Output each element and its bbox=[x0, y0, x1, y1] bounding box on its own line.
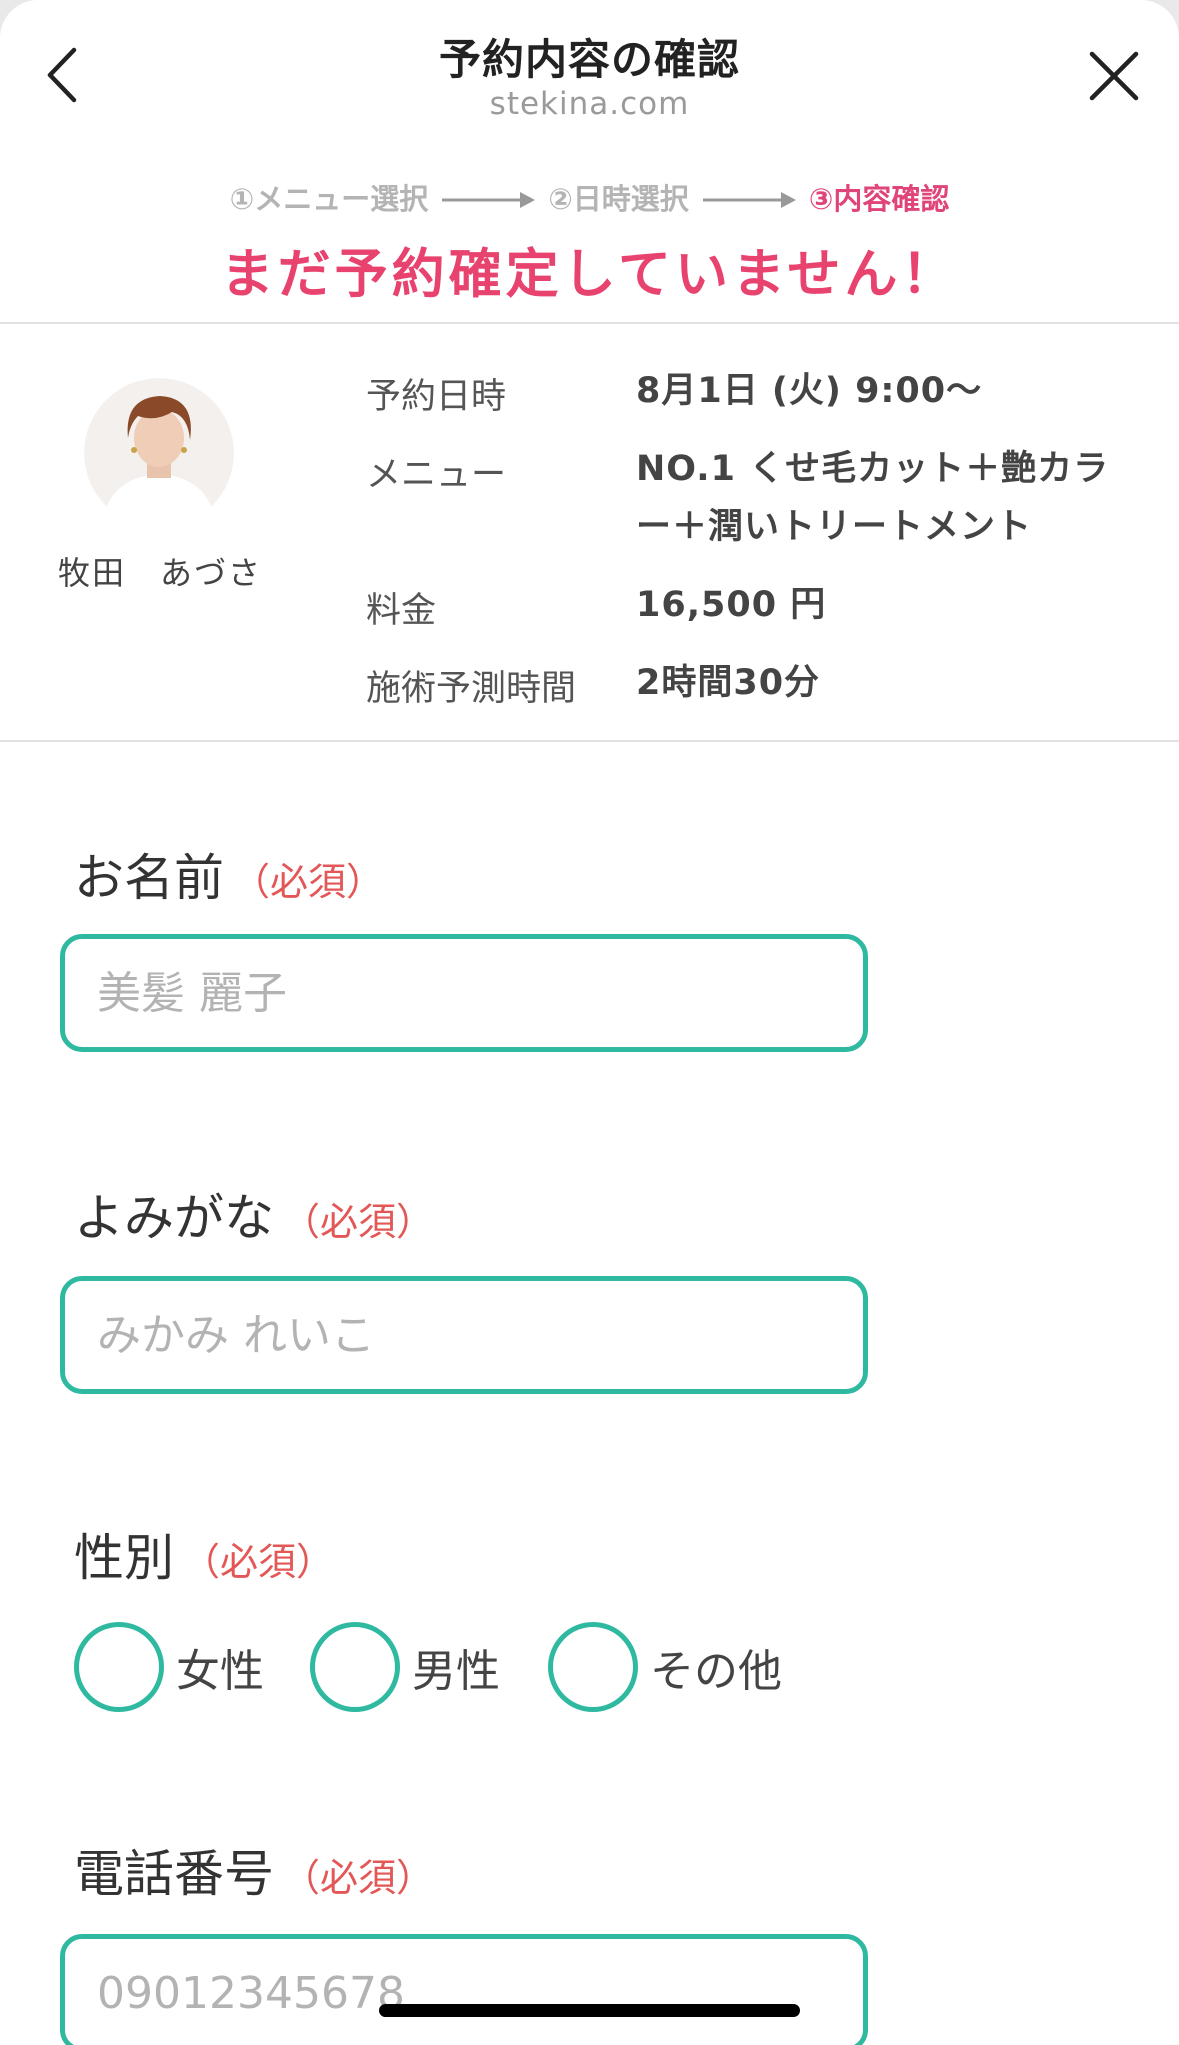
step-confirm: ③内容確認 bbox=[808, 182, 950, 216]
step-arrow-icon bbox=[440, 185, 536, 209]
radio-circle-icon[interactable] bbox=[310, 1622, 400, 1712]
radio-circle-icon[interactable] bbox=[74, 1622, 164, 1712]
name-label: お名前 （必須） bbox=[74, 838, 384, 910]
menu-label: メニュー bbox=[366, 455, 507, 495]
booking-confirmation-sheet: 予約内容の確認 stekina.com ①メニュー選択 ②日時選択 ③内容確認 … bbox=[0, 0, 1179, 2045]
site-domain: stekina.com bbox=[489, 86, 690, 122]
radio-circle-icon[interactable] bbox=[548, 1622, 638, 1712]
price-value: 16,500 円 bbox=[636, 585, 827, 625]
duration-value: 2時間30分 bbox=[636, 663, 821, 703]
kana-input[interactable] bbox=[60, 1276, 868, 1394]
gender-label: 性別 （必須） bbox=[74, 1518, 334, 1590]
page-title: 予約内容の確認 bbox=[438, 35, 740, 84]
phone-label-text: 電話番号 bbox=[74, 1845, 274, 1903]
name-input[interactable] bbox=[60, 934, 868, 1052]
step-menu: ①メニュー選択 bbox=[229, 182, 429, 216]
phone-input[interactable] bbox=[60, 1934, 868, 2045]
step-arrow-icon bbox=[701, 185, 797, 209]
datetime-value: 8月1日 (火) 9:00〜 bbox=[636, 371, 983, 411]
gender-option-other[interactable]: その他 bbox=[548, 1622, 782, 1712]
divider bbox=[0, 740, 1179, 742]
staff-name: 牧田 あづさ bbox=[57, 554, 262, 592]
radio-label: その他 bbox=[650, 1646, 782, 1697]
radio-label: 男性 bbox=[412, 1646, 500, 1697]
not-confirmed-warning: まだ予約確定していません！ bbox=[220, 244, 959, 305]
radio-label: 女性 bbox=[176, 1646, 264, 1697]
kana-label-text: よみがな bbox=[74, 1189, 274, 1247]
required-mark: （必須） bbox=[282, 1856, 435, 1900]
divider bbox=[0, 322, 1179, 324]
kana-label: よみがな （必須） bbox=[74, 1178, 434, 1250]
staff-avatar bbox=[84, 378, 234, 528]
name-label-text: お名前 bbox=[74, 849, 224, 907]
datetime-label: 予約日時 bbox=[366, 377, 507, 417]
duration-label: 施術予測時間 bbox=[366, 669, 577, 709]
gender-option-male[interactable]: 男性 bbox=[310, 1622, 500, 1712]
menu-value: NO.1 くせ毛カット＋艶カラー＋潤いトリートメント bbox=[636, 449, 1110, 547]
gender-option-female[interactable]: 女性 bbox=[74, 1622, 264, 1712]
home-indicator bbox=[379, 2004, 800, 2017]
step-datetime: ②日時選択 bbox=[548, 182, 689, 216]
close-icon[interactable] bbox=[1086, 48, 1142, 104]
required-mark: （必須） bbox=[182, 1540, 335, 1584]
price-label: 料金 bbox=[366, 591, 437, 631]
required-mark: （必須） bbox=[282, 1200, 435, 1244]
gender-label-text: 性別 bbox=[74, 1529, 174, 1587]
phone-label: 電話番号 （必須） bbox=[74, 1834, 434, 1906]
progress-steps: ①メニュー選択 ②日時選択 ③内容確認 bbox=[0, 174, 1179, 220]
required-mark: （必須） bbox=[232, 860, 385, 904]
